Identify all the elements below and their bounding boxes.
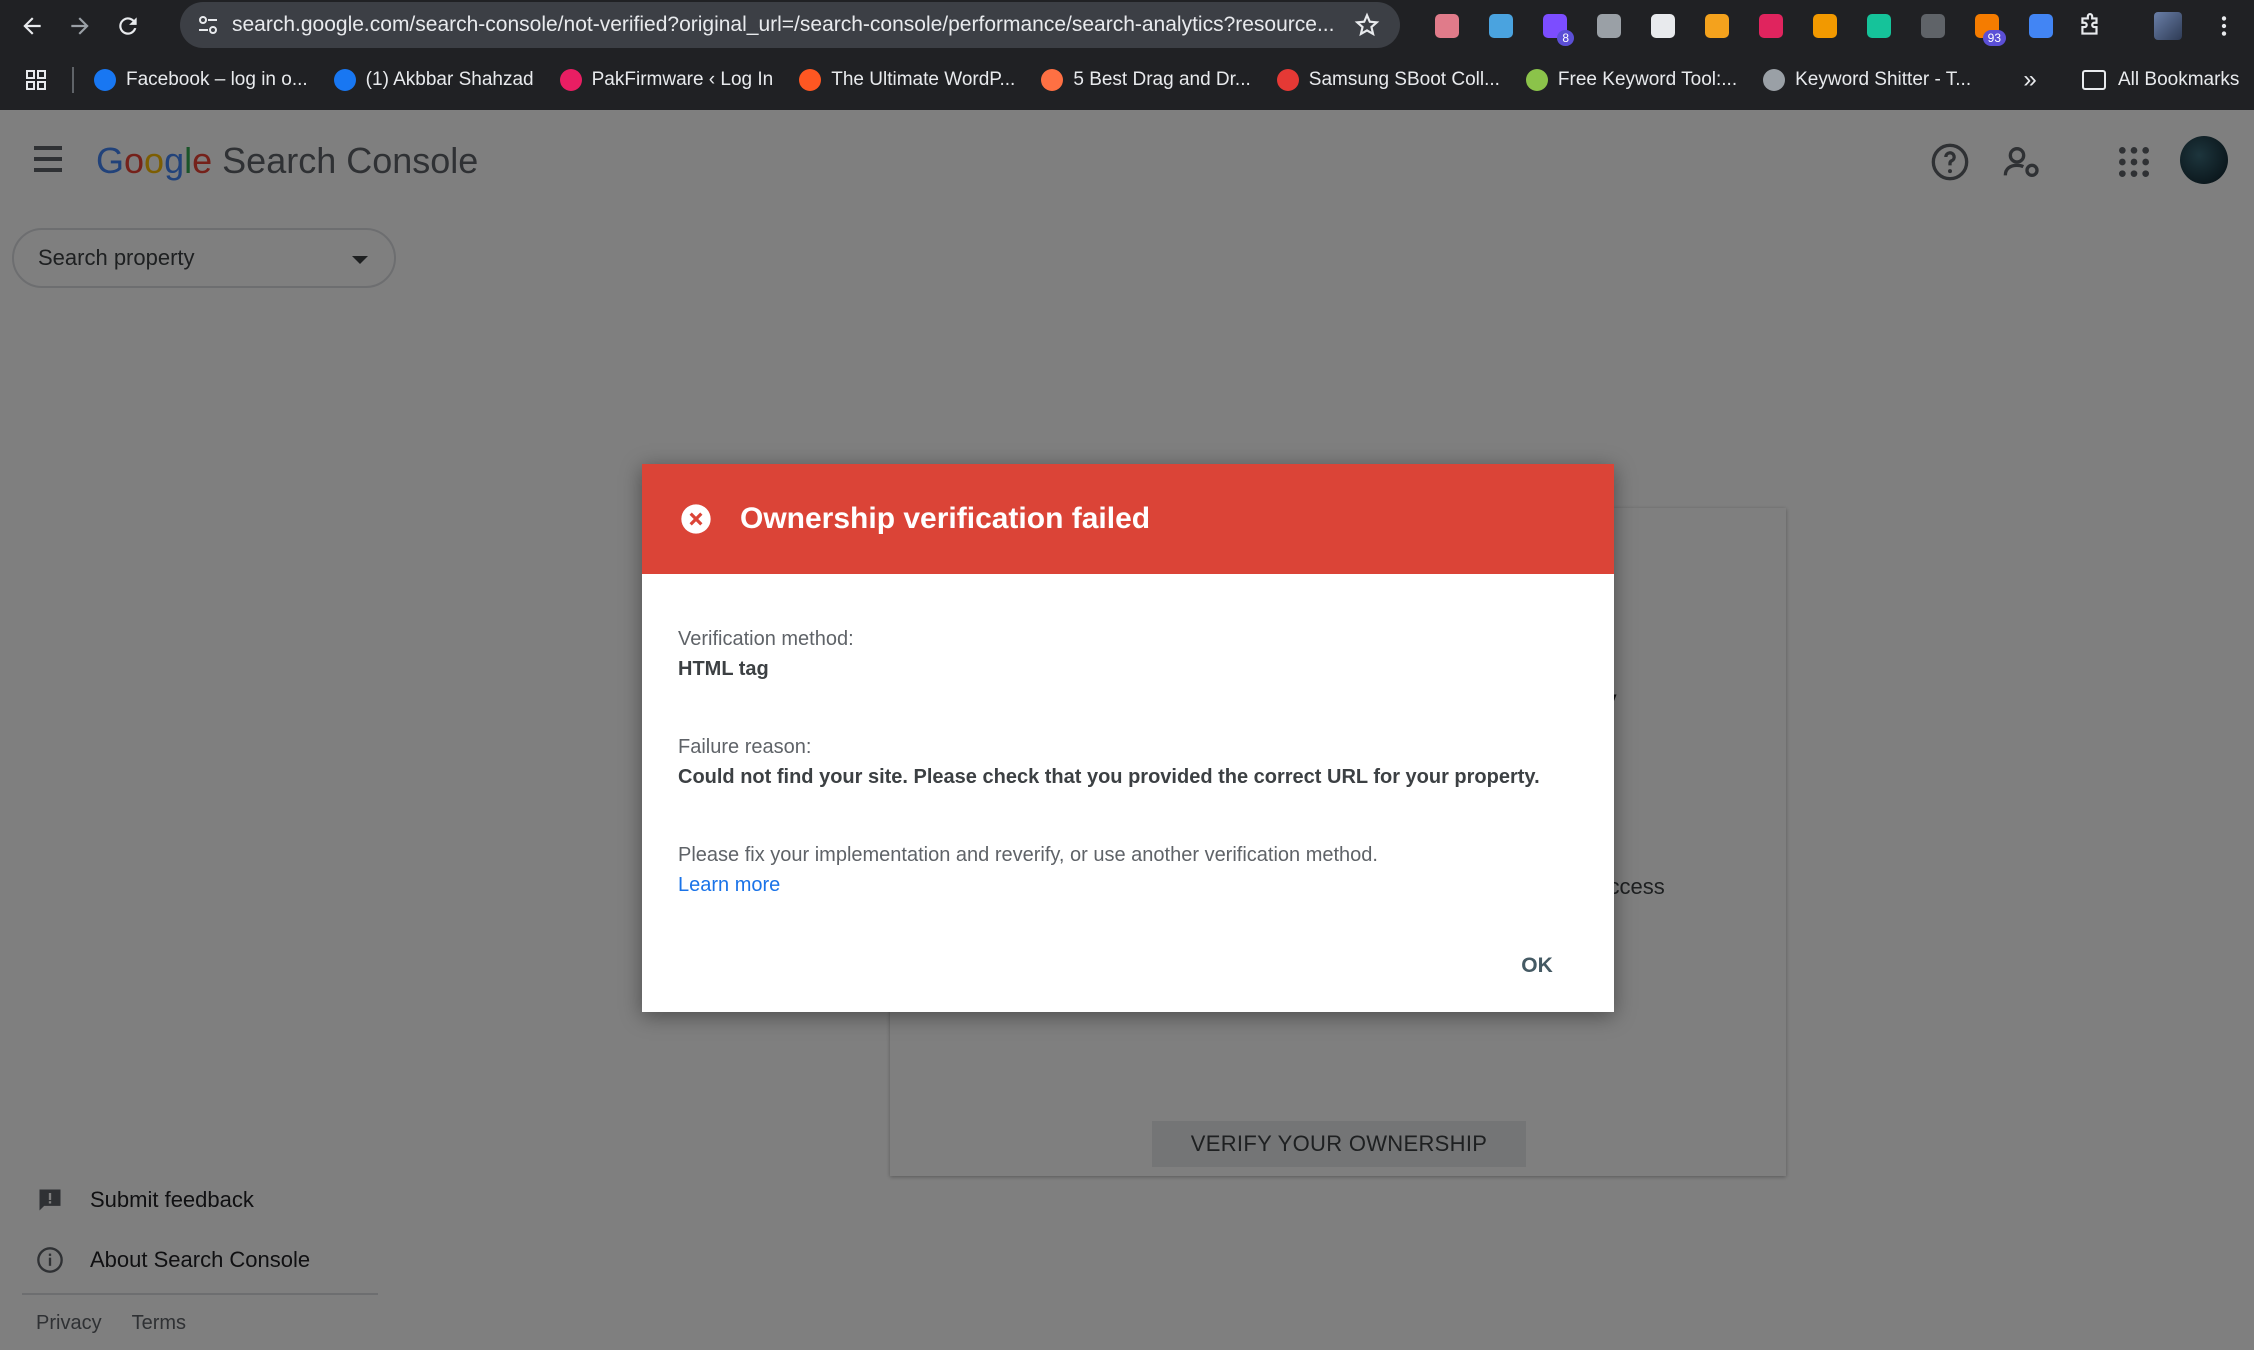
learn-more-link[interactable]: Learn more: [678, 870, 1578, 900]
extension-badge: 8: [1557, 30, 1574, 46]
bookmark-item[interactable]: PakFirmware ‹ Log In: [559, 69, 774, 91]
browser-chrome: search.google.com/search-console/not-ver…: [0, 0, 2254, 110]
extension-button[interactable]: [1744, 4, 1798, 48]
reload-icon: [119, 17, 137, 35]
profile-avatar-icon: [2154, 12, 2182, 40]
crescent-extension-icon: [1813, 14, 1837, 38]
blue-extension-icon: [2029, 14, 2053, 38]
verification-failed-dialog: Ownership verification failed Verificati…: [642, 464, 1614, 1012]
kebab-menu-icon: [2221, 16, 2227, 36]
camera-extension-icon: [1435, 14, 1459, 38]
bookmark-favicon-icon: [1276, 69, 1299, 91]
more-bookmarks-button[interactable]: »: [2010, 58, 2050, 102]
bookmark-label: Samsung SBoot Coll...: [1308, 69, 1500, 90]
puzzle-icon: [2081, 13, 2098, 35]
address-bar[interactable]: search.google.com/search-console/not-ver…: [180, 2, 1400, 48]
extension-badge: 93: [1982, 30, 2006, 46]
extension-button[interactable]: [2014, 4, 2068, 48]
extension-button[interactable]: [1690, 4, 1744, 48]
reason-section: Failure reason: Could not find your site…: [678, 732, 1578, 792]
bookmark-favicon-icon: [559, 69, 582, 91]
extension-button[interactable]: [1852, 4, 1906, 48]
bookmark-item[interactable]: (1) Akbbar Shahzad: [333, 69, 534, 91]
bookmark-item[interactable]: Facebook – log in o...: [94, 69, 308, 91]
dialog-header: Ownership verification failed: [642, 464, 1614, 574]
bookmark-item[interactable]: Keyword Shitter - T...: [1763, 69, 1971, 91]
shield-extension-icon: [1597, 14, 1621, 38]
bookmarks-bar: Facebook – log in o... (1) Akbbar Shahzad…: [0, 58, 2254, 102]
m-extension-icon: [1489, 14, 1513, 38]
back-button[interactable]: [8, 2, 56, 50]
extension-button[interactable]: [1906, 4, 1960, 48]
bookmark-label: The Ultimate WordP...: [831, 69, 1016, 90]
extension-button[interactable]: [1582, 4, 1636, 48]
forward-button[interactable]: [56, 2, 104, 50]
bookmark-label: 5 Best Drag and Dr...: [1073, 69, 1251, 90]
instruction-text: Please fix your implementation and rever…: [678, 844, 1378, 866]
bookmark-favicon-icon: [94, 69, 116, 91]
bookmark-label: PakFirmware ‹ Log In: [591, 69, 774, 90]
folder-icon: [2082, 70, 2106, 90]
reason-label: Failure reason:: [678, 736, 812, 758]
dialog-title: Ownership verification failed: [740, 502, 1151, 535]
bookmark-item[interactable]: 5 Best Drag and Dr...: [1041, 69, 1251, 91]
double-chevron-right-icon: »: [2023, 66, 2037, 93]
all-bookmarks-label: All Bookmarks: [2118, 69, 2240, 90]
eyedropper-icon: [1651, 14, 1675, 38]
mouse-extension-icon: [1921, 14, 1945, 38]
bookmark-item[interactable]: Samsung SBoot Coll...: [1276, 69, 1500, 91]
arrow-right-icon: [71, 17, 89, 35]
extension-button[interactable]: [1420, 4, 1474, 48]
bookmark-item[interactable]: Free Keyword Tool:...: [1525, 69, 1738, 91]
sq-extension-icon: [1705, 14, 1729, 38]
ok-button[interactable]: OK: [1504, 946, 1570, 986]
browser-toolbar: search.google.com/search-console/not-ver…: [0, 0, 2254, 52]
bookmark-label: Free Keyword Tool:...: [1557, 69, 1738, 90]
bookmark-label: Facebook – log in o...: [126, 69, 308, 90]
site-info-icon[interactable]: [196, 13, 220, 37]
extensions-puzzle-button[interactable]: [2066, 2, 2114, 50]
k-extension-icon: [1759, 14, 1783, 38]
bookmark-label: Keyword Shitter - T...: [1795, 69, 1972, 90]
extension-button[interactable]: [1474, 4, 1528, 48]
bookmark-star-icon[interactable]: [1354, 12, 1380, 38]
arrow-left-icon: [23, 17, 41, 35]
instruction-section: Please fix your implementation and rever…: [678, 840, 1578, 900]
extension-button[interactable]: [1798, 4, 1852, 48]
bookmark-favicon-icon: [333, 69, 356, 91]
url-text[interactable]: search.google.com/search-console/not-ver…: [232, 13, 1342, 37]
method-section: Verification method: HTML tag: [678, 624, 1578, 684]
bookmark-favicon-icon: [799, 69, 822, 91]
grid-apps-icon: [26, 70, 46, 90]
extension-button[interactable]: [1636, 4, 1690, 48]
dialog-body: Verification method: HTML tag Failure re…: [678, 624, 1578, 900]
profile-button[interactable]: [2144, 2, 2192, 50]
method-value: HTML tag: [678, 658, 769, 680]
bookmark-label: (1) Akbbar Shahzad: [365, 69, 534, 90]
extension-button[interactable]: 8: [1528, 4, 1582, 48]
reload-button[interactable]: [104, 2, 152, 50]
bookmark-favicon-icon: [1041, 69, 1064, 91]
browser-menu-button[interactable]: [2200, 2, 2248, 50]
method-label: Verification method:: [678, 628, 854, 650]
extensions-row: 8 93: [1420, 4, 2068, 48]
all-bookmarks-button[interactable]: All Bookmarks: [2082, 58, 2239, 102]
bookmark-favicon-icon: [1763, 69, 1786, 91]
bookmark-item[interactable]: The Ultimate WordP...: [799, 69, 1015, 91]
apps-shortcut[interactable]: [0, 58, 72, 102]
reason-value: Could not find your site. Please check t…: [678, 766, 1540, 788]
bookmark-favicon-icon: [1525, 69, 1548, 91]
grammarly-icon: [1867, 14, 1891, 38]
bookmarks-divider: [72, 67, 74, 93]
error-circle-icon: [681, 504, 711, 534]
bookmark-list: Facebook – log in o... (1) Akbbar Shahzad…: [94, 69, 1997, 91]
extension-button[interactable]: 93: [1960, 4, 2014, 48]
